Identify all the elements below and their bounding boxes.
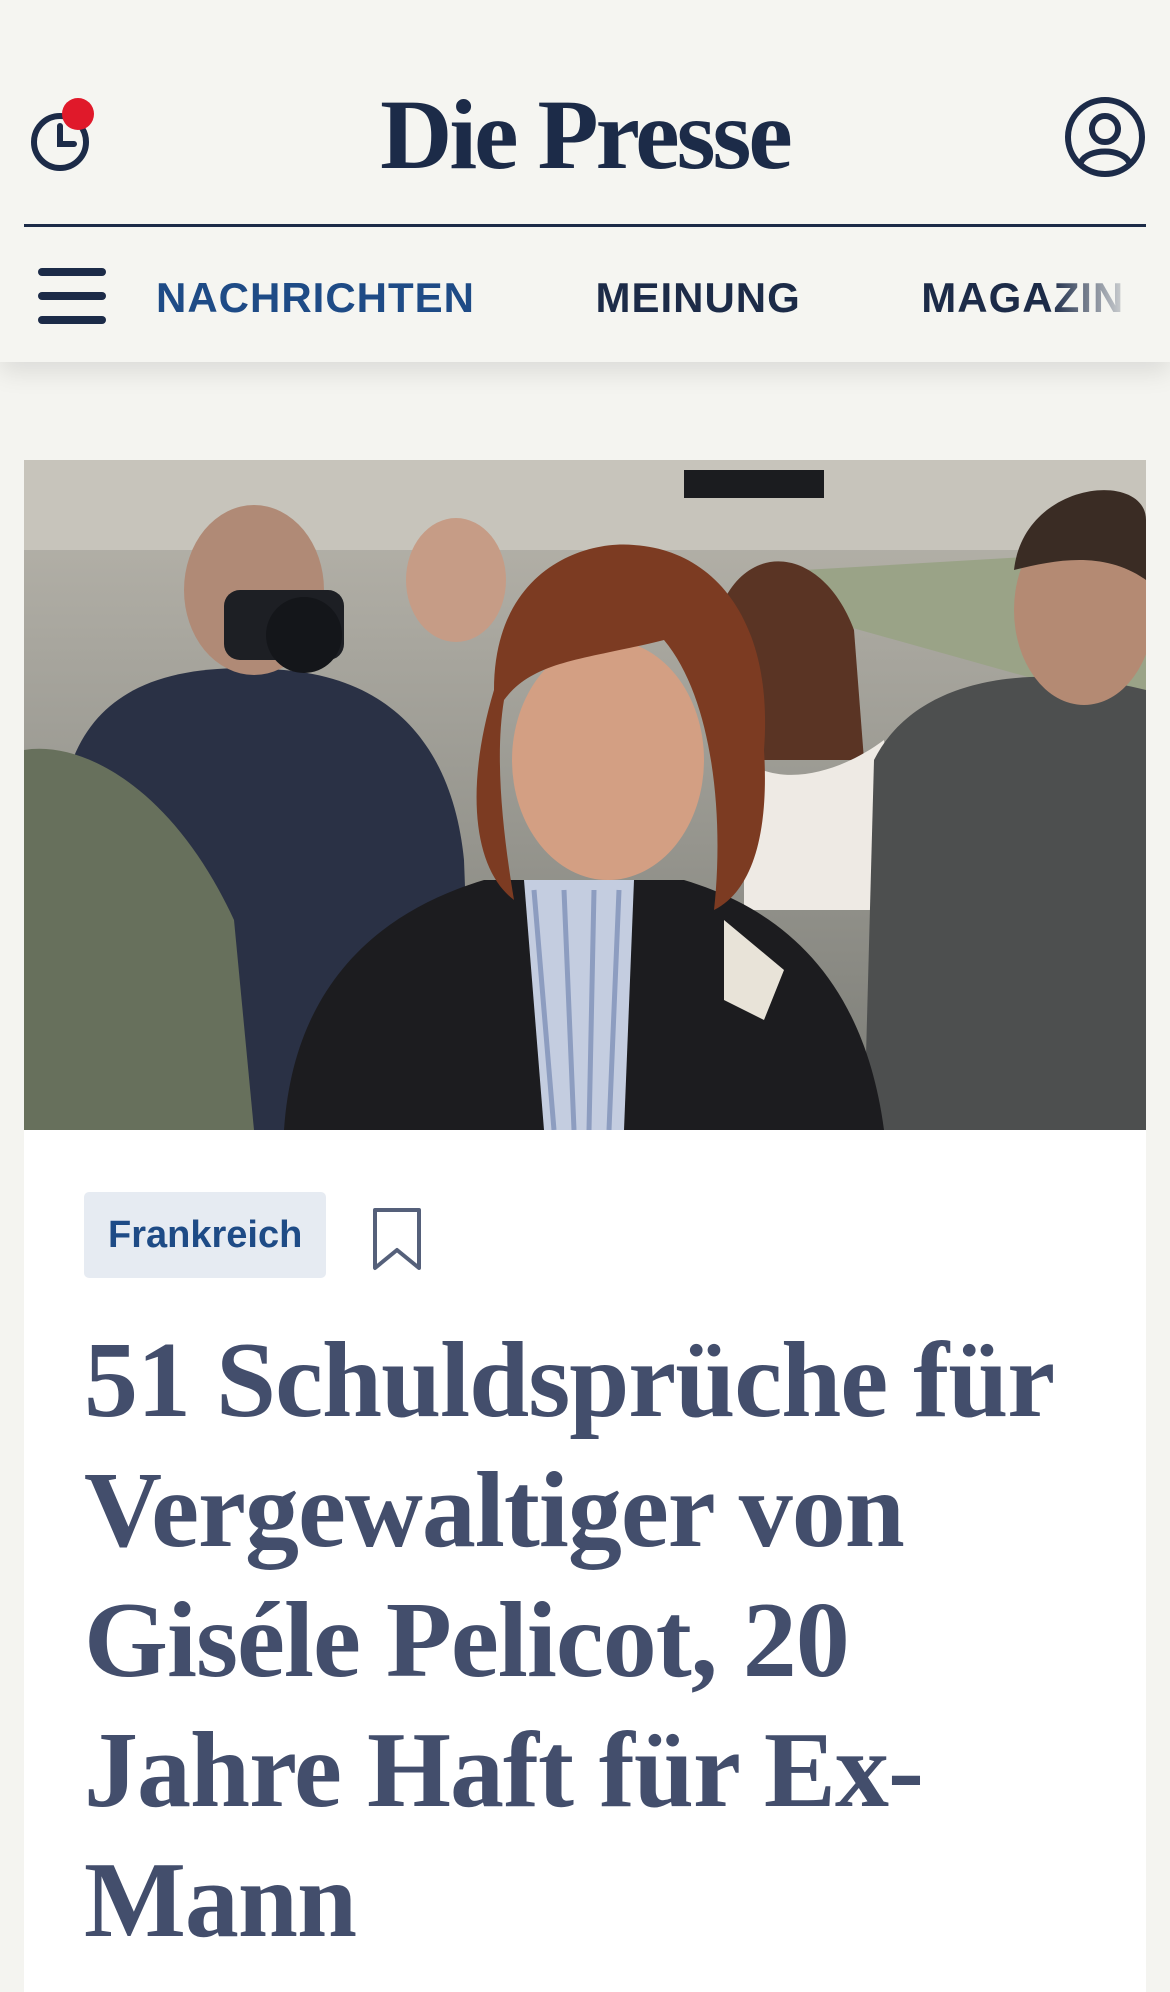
bookmark-button[interactable] <box>370 1206 424 1272</box>
header-divider <box>24 224 1146 227</box>
article-headline[interactable]: 51 Schuldsprüche für Vergewaltiger von G… <box>84 1316 1094 1966</box>
user-account-icon <box>1065 97 1145 177</box>
article-hero-image[interactable] <box>24 460 1146 1130</box>
nav-item-nachrichten[interactable]: NACHRICHTEN <box>156 268 475 328</box>
site-logo[interactable]: Die Presse <box>0 80 1170 190</box>
section-nav: NACHRICHTEN MEINUNG MAGAZIN <box>156 268 1170 328</box>
account-button[interactable] <box>1064 96 1146 178</box>
bookmark-icon <box>373 1208 421 1270</box>
nav-item-meinung[interactable]: MEINUNG <box>595 268 800 328</box>
article-card: Frankreich 51 Schuldsprüche für Vergewal… <box>24 1130 1146 1992</box>
nav-fade-overlay <box>1050 260 1170 340</box>
hamburger-menu-button[interactable] <box>38 268 106 324</box>
hero-photo <box>24 460 1146 1130</box>
site-header: Die Presse NACHRICHTEN MEINUNG MAGAZIN <box>0 0 1170 362</box>
hamburger-menu-icon <box>38 268 106 276</box>
category-tag[interactable]: Frankreich <box>84 1192 327 1278</box>
hamburger-line <box>38 316 106 324</box>
hamburger-line <box>38 292 106 300</box>
